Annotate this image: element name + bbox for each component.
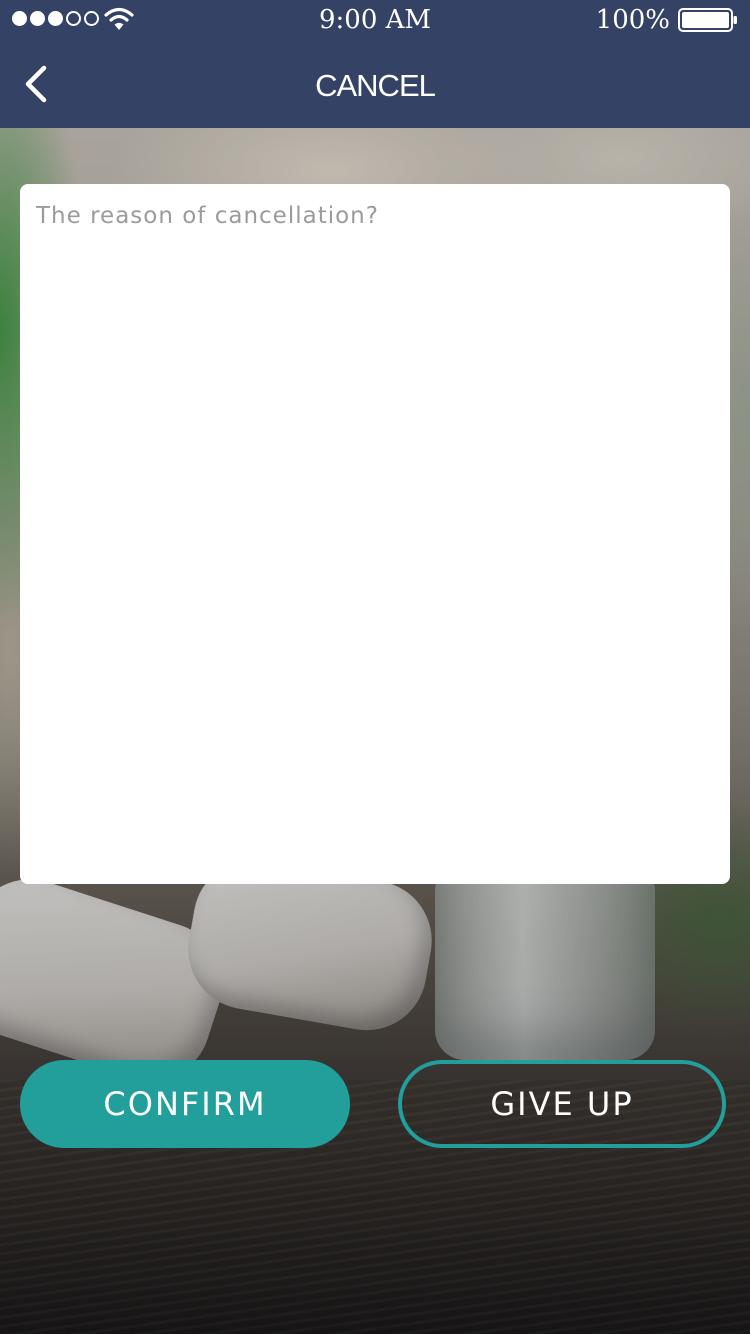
status-bar: 9:00 AM 100% (0, 0, 750, 40)
cancel-screen: 9:00 AM 100% CANCEL CONFIRM GIVE UP (0, 0, 750, 1334)
give-up-button[interactable]: GIVE UP (398, 1060, 726, 1148)
page-title: CANCEL (315, 68, 436, 103)
confirm-button[interactable]: CONFIRM (20, 1060, 350, 1148)
battery-full-icon (678, 8, 737, 32)
battery-percentage: 100% (595, 5, 670, 35)
cancellation-reason-input[interactable] (20, 184, 730, 884)
reason-card (20, 184, 730, 884)
navigation-bar: CANCEL (0, 40, 750, 128)
